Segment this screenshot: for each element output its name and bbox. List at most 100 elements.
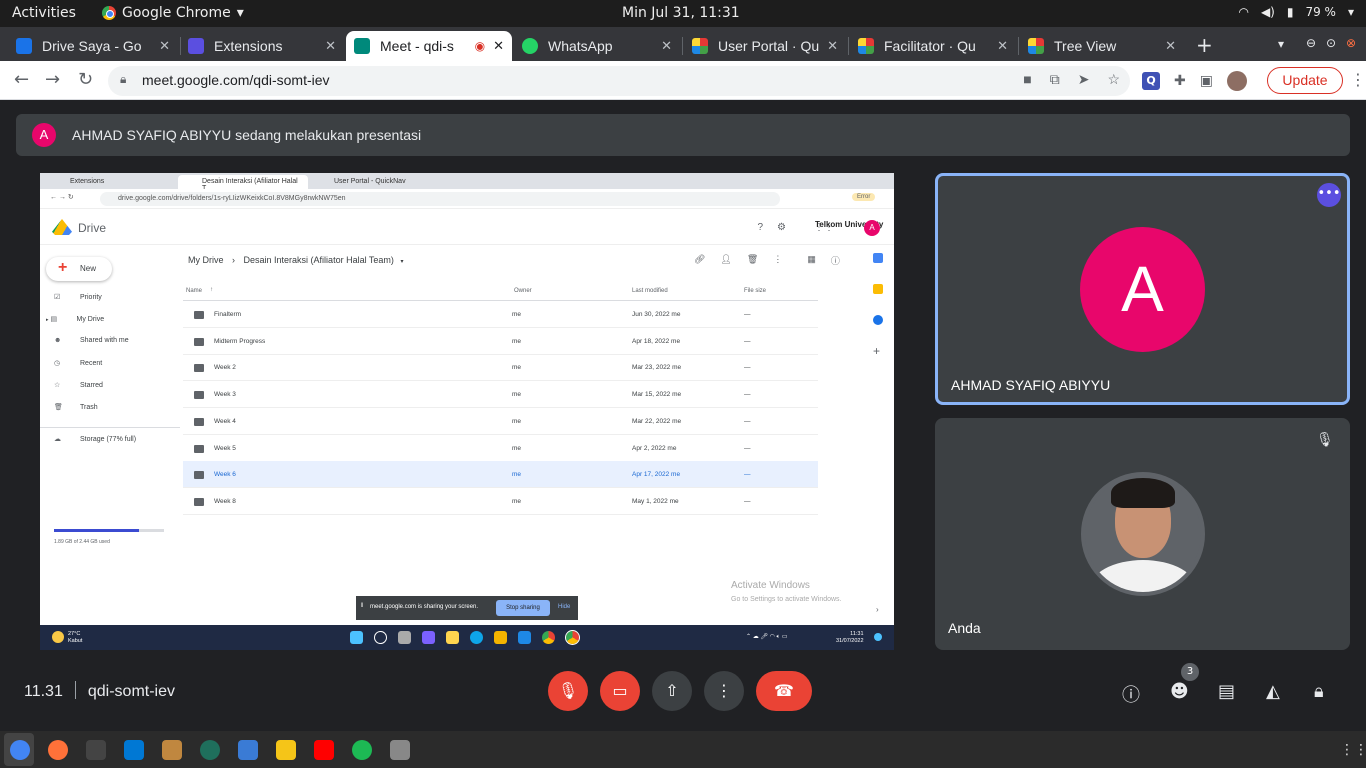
tab-search-icon[interactable]: ▾ bbox=[1278, 37, 1284, 51]
trash-icon: 🗑︎ bbox=[746, 254, 759, 264]
leave-call-button[interactable]: ☎ bbox=[756, 671, 812, 711]
row-modified-by: me bbox=[669, 497, 679, 505]
app-menu[interactable]: Google Chrome ▾ bbox=[102, 5, 244, 21]
folder-icon bbox=[194, 417, 204, 426]
shared-address-bar: ← → ↻ drive.google.com/drive/folders/1s-… bbox=[40, 189, 894, 209]
row-modified-by: me bbox=[672, 364, 682, 372]
participant-tile-self[interactable]: 🎙︎ Anda bbox=[935, 418, 1350, 650]
quicknav-extension-icon[interactable]: Q bbox=[1142, 72, 1160, 90]
photo-shirt bbox=[1089, 560, 1197, 592]
tab-meet[interactable]: Meet - qdi-s ◉ ✕ bbox=[346, 31, 512, 61]
row-owner: me bbox=[512, 391, 522, 399]
back-icon[interactable]: ← bbox=[14, 69, 29, 90]
drive-icon bbox=[16, 38, 32, 54]
terminal-icon[interactable] bbox=[86, 740, 106, 760]
info-icon[interactable]: ⓘ bbox=[1122, 681, 1140, 707]
maximize-icon[interactable]: ⊙ bbox=[1326, 36, 1336, 50]
mic-toggle-button[interactable]: 🎙︎ bbox=[548, 671, 588, 711]
side-panel-icon[interactable]: ▣ bbox=[1200, 73, 1213, 89]
open-external-icon[interactable]: ⧉ bbox=[1050, 71, 1060, 88]
row-modified-by: me bbox=[671, 471, 681, 479]
info-icon: ⓘ bbox=[830, 256, 840, 266]
check-icon: ☑ bbox=[54, 294, 61, 301]
notes-icon[interactable] bbox=[276, 740, 296, 760]
new-tab-button[interactable]: + bbox=[1196, 33, 1213, 57]
teams-icon bbox=[422, 631, 435, 644]
close-icon[interactable]: ✕ bbox=[159, 38, 170, 54]
tab-tree-view[interactable]: Tree View ✕ bbox=[1020, 31, 1184, 61]
drive-sidebar: + New ☑ Priority ▸ ▤ My Drive ☻ Shared with m… bbox=[40, 245, 180, 625]
participant-tile-presenter[interactable]: ••• A AHMAD SYAFIQ ABIYYU bbox=[935, 173, 1350, 405]
minimize-icon[interactable]: ⊖ bbox=[1306, 36, 1316, 50]
firefox-icon[interactable] bbox=[48, 740, 68, 760]
close-icon[interactable]: ✕ bbox=[1165, 38, 1176, 54]
drag-handle-icon: ‖ bbox=[361, 603, 364, 609]
close-icon[interactable]: ✕ bbox=[827, 38, 838, 54]
puzzle-icon[interactable]: ✚ bbox=[1174, 73, 1186, 89]
activities-button[interactable]: Activities bbox=[12, 5, 76, 21]
breadcrumb-root: My Drive bbox=[188, 255, 224, 265]
tab-label: User Portal · Qu bbox=[718, 38, 820, 54]
archive-icon[interactable] bbox=[162, 740, 182, 760]
system-top-bar: Activities Google Chrome ▾ Min Jul 31, 1… bbox=[0, 0, 1366, 27]
reload-icon[interactable]: ↻ bbox=[78, 69, 93, 90]
tab-whatsapp[interactable]: WhatsApp ✕ bbox=[514, 31, 680, 61]
chrome-icon[interactable] bbox=[10, 740, 30, 760]
document-icon[interactable] bbox=[238, 740, 258, 760]
drive-nav-label: Shared with me bbox=[80, 337, 129, 344]
close-icon[interactable]: ✕ bbox=[997, 38, 1008, 54]
notification-icon bbox=[874, 633, 882, 641]
row-name: Week 6 bbox=[214, 471, 236, 479]
present-button[interactable]: ⇧ bbox=[652, 671, 692, 711]
weather-desc: Kabut bbox=[68, 638, 83, 644]
row-size: — bbox=[744, 417, 751, 425]
show-apps-icon[interactable]: ⋮⋮⋮ bbox=[1340, 742, 1366, 758]
close-icon[interactable]: ✕ bbox=[325, 38, 336, 54]
more-options-button[interactable]: ⋮ bbox=[704, 671, 744, 711]
people-icon[interactable]: ☻ bbox=[1170, 681, 1189, 702]
vscode-icon[interactable] bbox=[124, 740, 144, 760]
lock-icon: 🔒︎ bbox=[120, 72, 127, 86]
spotify-icon[interactable] bbox=[352, 740, 372, 760]
gitkraken-icon[interactable] bbox=[200, 740, 220, 760]
host-controls-icon[interactable]: 🔒︎ bbox=[1314, 681, 1324, 702]
screenshot-icon[interactable] bbox=[390, 740, 410, 760]
forward-icon[interactable]: → bbox=[45, 69, 60, 90]
presenter-avatar: A bbox=[32, 123, 56, 147]
tab-drive[interactable]: Drive Saya - Go ✕ bbox=[8, 31, 178, 61]
chrome-icon bbox=[565, 630, 580, 645]
profile-avatar[interactable] bbox=[1226, 71, 1247, 91]
system-tray[interactable]: ◠ ◀) ▮ 79 % ▾ bbox=[1238, 5, 1354, 19]
star-icon[interactable]: ☆ bbox=[1107, 71, 1120, 88]
tab-label: Tree View bbox=[1054, 38, 1117, 54]
close-window-icon[interactable]: ⊗ bbox=[1346, 36, 1356, 50]
col-owner: Owner bbox=[514, 288, 532, 294]
table-row: Week 4 me Mar 22, 2022 me — bbox=[183, 408, 818, 435]
divider bbox=[74, 681, 76, 699]
update-button[interactable]: Update bbox=[1267, 67, 1343, 94]
activities-icon[interactable]: ◭ bbox=[1266, 681, 1280, 702]
tab-label: Drive Saya - Go bbox=[42, 38, 142, 54]
row-size: — bbox=[744, 337, 751, 345]
more-vert-icon[interactable]: ⋮ bbox=[1350, 70, 1366, 89]
meeting-time: 11.31 bbox=[24, 683, 63, 700]
close-icon[interactable]: ✕ bbox=[661, 38, 672, 54]
more-options-icon[interactable]: ••• bbox=[1317, 183, 1341, 207]
camera-toggle-button[interactable]: ▭ bbox=[600, 671, 640, 711]
clock[interactable]: Min Jul 31, 11:31 bbox=[622, 5, 740, 21]
youtube-icon[interactable] bbox=[314, 740, 334, 760]
chevron-right-icon: › bbox=[876, 605, 879, 614]
row-modified-date: Apr 2, 2022 bbox=[632, 444, 666, 452]
hide-button: Hide bbox=[558, 604, 571, 610]
table-row: Week 5 me Apr 2, 2022 me — bbox=[183, 435, 818, 462]
send-icon[interactable]: ➤ bbox=[1078, 71, 1090, 88]
chat-icon[interactable]: ▤ bbox=[1218, 681, 1235, 702]
folder-icon bbox=[194, 391, 204, 400]
tab-extensions[interactable]: Extensions ✕ bbox=[180, 31, 344, 61]
tab-user-portal[interactable]: User Portal · Qu ✕ bbox=[684, 31, 846, 61]
close-icon[interactable]: ✕ bbox=[493, 38, 504, 54]
address-bar[interactable]: 🔒︎ meet.google.com/qdi-somt-iev ■ ⧉ ➤ ☆ bbox=[108, 66, 1130, 96]
sidebar-divider bbox=[40, 427, 180, 428]
tab-facilitator[interactable]: Facilitator · Qu ✕ bbox=[850, 31, 1016, 61]
camera-icon[interactable]: ■ bbox=[1023, 71, 1031, 88]
